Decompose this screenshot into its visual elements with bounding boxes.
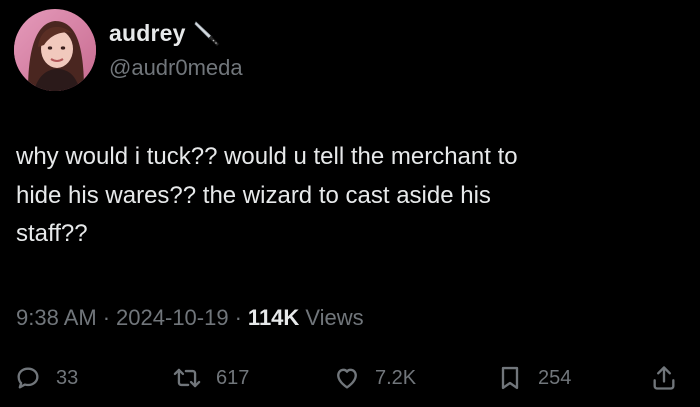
- meta-separator: ·: [102, 305, 111, 330]
- display-name[interactable]: audrey: [109, 20, 186, 47]
- bookmark-icon: [496, 364, 524, 392]
- action-bar: 33 617 7.2K 254: [0, 360, 700, 396]
- retweet-button[interactable]: 617: [172, 360, 249, 396]
- retweet-icon: [172, 364, 202, 392]
- like-count: 7.2K: [375, 366, 417, 389]
- share-button[interactable]: [650, 360, 678, 396]
- avatar[interactable]: [14, 9, 96, 91]
- tweet-time[interactable]: 9:38 AM: [16, 305, 97, 331]
- bookmark-button[interactable]: 254: [496, 360, 571, 396]
- retweet-count: 617: [216, 366, 250, 389]
- share-icon: [650, 364, 678, 392]
- tweet-date[interactable]: 2024-10-19: [116, 305, 229, 331]
- knife-icon: [192, 18, 222, 48]
- like-button[interactable]: 7.2K: [333, 360, 416, 396]
- reply-count: 33: [56, 366, 79, 389]
- reply-button[interactable]: 33: [14, 360, 78, 396]
- bookmark-count: 254: [538, 366, 572, 389]
- meta-separator: ·: [234, 305, 242, 330]
- tweet-meta: 9:38 AM · 2024-10-19 · 114K Views: [16, 305, 364, 331]
- heart-icon: [333, 364, 361, 392]
- views-label: Views: [305, 305, 364, 330]
- reply-icon: [14, 364, 42, 392]
- author-name-row: audrey: [109, 18, 222, 48]
- tweet: audrey @audr0meda why would i tuck?? wou…: [0, 0, 700, 407]
- views-count[interactable]: 114K: [248, 305, 299, 331]
- tweet-text: why would i tuck?? would u tell the merc…: [16, 143, 518, 247]
- handle[interactable]: @audr0meda: [109, 55, 243, 81]
